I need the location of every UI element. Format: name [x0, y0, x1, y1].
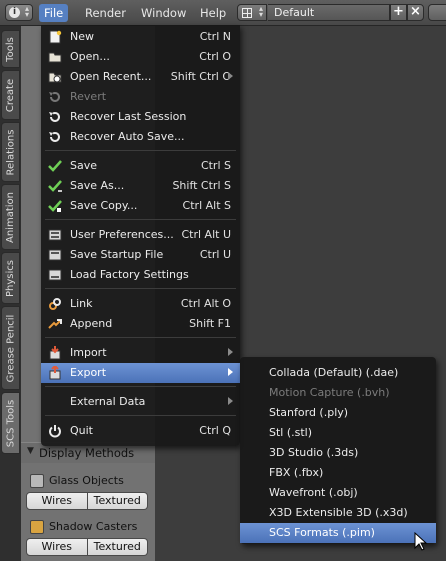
export-item-stl[interactable]: Stl (.stl) — [240, 423, 436, 443]
menu-item-recover-last-session[interactable]: Recover Last Session — [41, 107, 240, 127]
shadow-caster-icon — [30, 520, 44, 534]
export-item-scs-formats[interactable]: SCS Formats (.pim) — [240, 523, 436, 543]
export-item-fbx[interactable]: FBX (.fbx) — [240, 463, 436, 483]
shadow-wires-button[interactable]: Wires — [26, 538, 88, 556]
export-item-stanford[interactable]: Stanford (.ply) — [240, 403, 436, 423]
tab-physics[interactable]: Physics — [1, 252, 20, 304]
menu-item-save[interactable]: Save Ctrl S — [41, 156, 240, 176]
power-icon — [49, 425, 61, 438]
menu-item-open[interactable]: Open... Ctrl O — [41, 47, 240, 67]
editor-type-button[interactable]: i ▴ ▾ — [5, 4, 33, 21]
menu-render[interactable]: Render — [80, 4, 131, 22]
menu-file[interactable]: File — [39, 4, 69, 22]
remove-layout-button[interactable]: × — [407, 4, 424, 21]
menu-item-append[interactable]: Append Shift F1 — [41, 314, 240, 334]
export-item-collada[interactable]: Collada (Default) (.dae) — [240, 363, 436, 383]
tab-animation[interactable]: Animation — [1, 184, 20, 250]
menu-item-quit[interactable]: Quit Ctrl Q — [41, 421, 240, 441]
glass-display-toggle: Wires Textured — [26, 492, 148, 510]
glass-wires-button[interactable]: Wires — [26, 492, 88, 510]
menu-separator — [45, 386, 236, 387]
export-submenu: Collada (Default) (.dae) Motion Capture … — [240, 357, 436, 544]
tab-create[interactable]: Create — [1, 70, 20, 120]
import-icon — [49, 346, 61, 360]
save-copy-icon — [48, 200, 62, 212]
scene-selector[interactable] — [428, 4, 446, 21]
export-item-motion-capture: Motion Capture (.bvh) — [269, 386, 390, 399]
menu-item-open-recent[interactable]: Open Recent... Shift Ctrl O — [41, 67, 240, 87]
menu-separator — [45, 337, 236, 338]
menu-separator — [45, 150, 236, 151]
export-item-3ds[interactable]: 3D Studio (.3ds) — [240, 443, 436, 463]
checkmark-dots-icon — [48, 180, 62, 192]
revert-icon — [49, 91, 60, 102]
shadow-casters-label: Shadow Casters — [49, 520, 138, 533]
export-item-wavefront[interactable]: Wavefront (.obj) — [240, 483, 436, 503]
menu-item-user-preferences[interactable]: User Preferences... Ctrl Alt U — [41, 225, 240, 245]
mouse-cursor-icon — [414, 532, 428, 551]
menu-item-revert: Revert — [41, 87, 240, 107]
submenu-arrow-icon — [228, 397, 233, 405]
screen-layout-selector[interactable]: ▴ ▾ — [237, 4, 267, 21]
menu-help[interactable]: Help — [195, 4, 231, 22]
recover-icon — [49, 111, 60, 122]
menu-item-external-data[interactable]: External Data — [41, 392, 240, 412]
link-icon — [49, 298, 61, 310]
layout-name-field[interactable]: Default — [268, 4, 390, 21]
menu-item-save-startup-file[interactable]: Save Startup File Ctrl U — [41, 245, 240, 265]
info-icon: i — [9, 7, 20, 18]
checkmark-icon — [48, 160, 62, 172]
collapse-triangle-icon: ▼ — [27, 446, 34, 456]
tab-relations[interactable]: Relations — [1, 122, 20, 182]
menu-item-new[interactable]: New Ctrl N — [41, 27, 240, 47]
add-layout-button[interactable]: + — [390, 4, 407, 21]
grid-layout-icon — [242, 8, 252, 18]
glass-objects-label: Glass Objects — [49, 474, 124, 487]
menu-window[interactable]: Window — [136, 4, 191, 22]
submenu-arrow-icon — [228, 348, 233, 356]
tab-grease-pencil[interactable]: Grease Pencil — [1, 306, 20, 390]
recover-auto-icon — [49, 131, 60, 142]
save-startup-icon — [48, 249, 62, 261]
submenu-arrow-icon — [228, 368, 233, 376]
preferences-icon — [48, 229, 62, 241]
file-menu: New Ctrl N Open... Ctrl O Open Recent...… — [41, 25, 240, 446]
menu-item-link[interactable]: Link Ctrl Alt O — [41, 294, 240, 314]
menu-item-save-copy[interactable]: Save Copy... Ctrl Alt S — [41, 196, 240, 216]
open-folder-icon — [48, 52, 62, 63]
export-item-x3d[interactable]: X3D Extensible 3D (.x3d) — [240, 503, 436, 523]
menu-item-recover-auto-save[interactable]: Recover Auto Save... — [41, 127, 240, 147]
new-file-icon — [49, 30, 62, 44]
shadow-textured-button[interactable]: Textured — [87, 538, 148, 556]
menu-item-export[interactable]: Export — [41, 363, 240, 383]
top-header-bar: i ▴ ▾ File Render Window Help ▴ ▾ Default … — [0, 0, 446, 26]
glass-textured-button[interactable]: Textured — [87, 492, 148, 510]
append-icon — [48, 319, 62, 329]
menu-item-load-factory-settings[interactable]: Load Factory Settings — [41, 265, 240, 285]
updown-arrows-icon: ▴ ▾ — [258, 4, 263, 19]
toolshelf-tabs: Tools Create Relations Animation Physics… — [0, 26, 22, 561]
export-icon — [49, 366, 61, 380]
menu-item-save-as[interactable]: Save As... Shift Ctrl S — [41, 176, 240, 196]
shadow-display-toggle: Wires Textured — [26, 538, 148, 556]
submenu-arrow-icon — [228, 72, 233, 80]
menu-separator — [45, 415, 236, 416]
menu-separator — [45, 219, 236, 220]
menu-item-import[interactable]: Import — [41, 343, 240, 363]
updown-arrows-icon: ▴ ▾ — [24, 4, 29, 19]
tab-tools[interactable]: Tools — [1, 30, 20, 68]
open-recent-icon — [48, 72, 62, 83]
glass-icon — [30, 474, 44, 488]
menu-separator — [45, 288, 236, 289]
tab-scs-tools[interactable]: SCS Tools — [1, 392, 20, 454]
load-factory-icon — [48, 269, 62, 281]
